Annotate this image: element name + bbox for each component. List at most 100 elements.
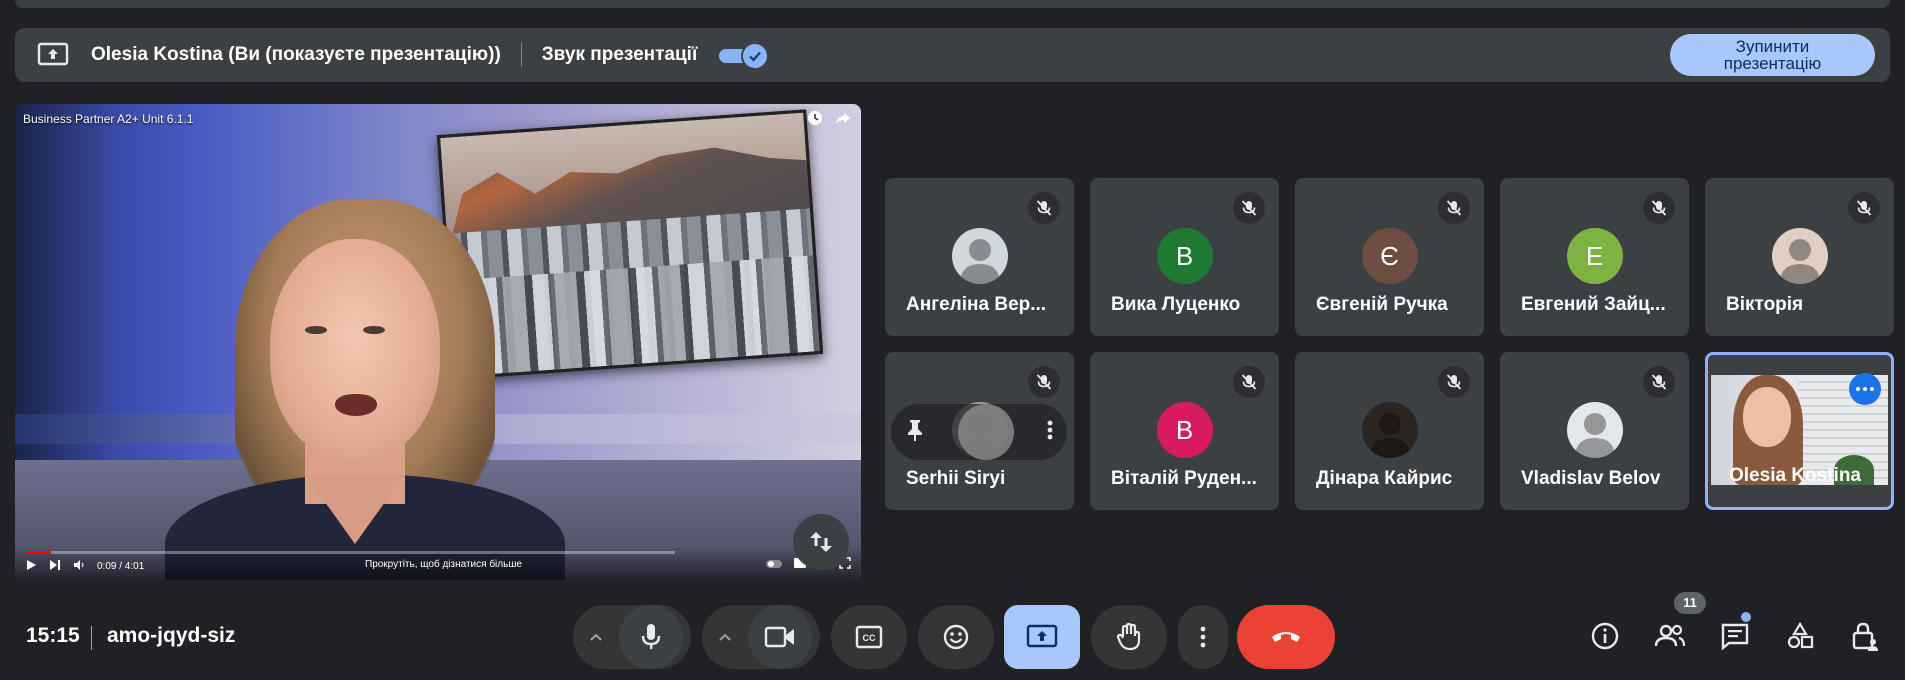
participant-tile[interactable]: Olesia Kostina <box>1705 352 1894 510</box>
hang-up-phone-icon <box>1272 632 1300 642</box>
participant-more-options-button[interactable] <box>1849 373 1881 405</box>
chat-icon <box>1721 623 1749 650</box>
divider <box>520 43 522 67</box>
microphone-control-group <box>573 605 691 669</box>
participants-count-badge: 11 <box>1674 592 1706 614</box>
chat-button[interactable] <box>1715 616 1755 656</box>
reactions-button[interactable] <box>918 605 994 669</box>
pin-icon[interactable] <box>905 418 925 447</box>
stop-presenting-label-line1: Зупинити <box>1735 37 1810 56</box>
chat-unread-dot <box>1741 612 1751 622</box>
mic-off-icon <box>1028 366 1060 398</box>
participant-name: Віталій Руден... <box>1111 468 1257 489</box>
participant-name: Serhii Siryi <box>906 468 1006 489</box>
mic-off-icon <box>1028 192 1060 224</box>
camera-control-group <box>702 605 820 669</box>
participant-name: Vladislav Belov <box>1521 468 1661 489</box>
participant-tile[interactable]: Є Євгеній Ручка <box>1295 178 1484 336</box>
avatar-initial: Е <box>1585 240 1604 271</box>
participant-tile[interactable]: Дінара Кайрис <box>1295 352 1484 510</box>
clock-icon[interactable] <box>807 110 823 131</box>
participant-avatar: В <box>1156 228 1213 284</box>
camera-button[interactable] <box>748 605 812 669</box>
video-progress-bar[interactable] <box>25 551 675 554</box>
participant-avatar: В <box>1156 402 1213 458</box>
present-screen-icon <box>1026 624 1058 648</box>
lock-person-icon <box>1852 622 1878 651</box>
video-camera-icon <box>764 626 794 648</box>
more-options-button[interactable] <box>1178 605 1228 669</box>
autoplay-toggle-icon[interactable] <box>765 556 783 574</box>
raise-hand-icon <box>1116 622 1141 651</box>
captions-button[interactable]: CC <box>831 605 907 669</box>
participant-avatar-hover <box>958 404 1014 460</box>
mic-off-icon <box>1233 192 1265 224</box>
meeting-code[interactable]: amo-jqyd-siz <box>107 624 235 648</box>
participant-tile[interactable]: В Вика Луценко <box>1090 178 1279 336</box>
swap-layout-button[interactable] <box>793 514 849 570</box>
mic-off-icon <box>1233 366 1265 398</box>
mic-off-icon <box>1643 192 1675 224</box>
participant-name: Дінара Кайрис <box>1316 468 1453 489</box>
avatar-initial: Є <box>1380 240 1399 271</box>
present-now-button[interactable] <box>1004 605 1080 669</box>
participant-avatar <box>1566 402 1623 458</box>
stop-presenting-label-line2: презентацію <box>1723 54 1822 73</box>
participant-avatar <box>1361 402 1418 458</box>
tile-hover-actions <box>891 404 1067 460</box>
emoji-smile-icon <box>943 624 969 650</box>
meeting-info-button[interactable] <box>1585 616 1625 656</box>
chevron-up-icon <box>590 633 602 641</box>
participant-tile[interactable]: Ангеліна Вер... <box>885 178 1074 336</box>
presentation-stage[interactable]: Business Partner A2+ Unit 6.1.1 0:09 / 4… <box>15 104 861 580</box>
presenter-label: Olesia Kostina (Ви (показуєте презентаці… <box>91 44 501 65</box>
check-icon <box>741 42 770 70</box>
participant-tile[interactable]: Вікторія <box>1705 178 1894 336</box>
host-controls-button[interactable] <box>1845 616 1885 656</box>
leave-call-button[interactable] <box>1237 605 1335 669</box>
video-options-button[interactable] <box>702 605 748 669</box>
more-vert-icon[interactable] <box>1047 419 1053 446</box>
svg-text:CC: CC <box>863 633 876 643</box>
present-screen-icon <box>37 42 69 68</box>
activities-button[interactable] <box>1780 616 1820 656</box>
participant-avatar: Є <box>1361 228 1418 284</box>
people-button[interactable] <box>1650 616 1690 656</box>
participant-tile[interactable]: Vladislav Belov <box>1500 352 1689 510</box>
presentation-audio-label: Звук презентації <box>541 44 698 65</box>
participant-name: Olesia Kostina <box>1729 465 1861 486</box>
mic-off-icon <box>1438 192 1470 224</box>
stop-presenting-button[interactable]: Зупинити презентацію <box>1670 34 1875 76</box>
shapes-icon <box>1787 621 1814 649</box>
next-icon[interactable] <box>49 559 61 574</box>
participant-tile[interactable]: Е Евгений Зайц... <box>1500 178 1689 336</box>
volume-icon[interactable] <box>73 559 85 574</box>
video-title: Business Partner A2+ Unit 6.1.1 <box>23 112 194 126</box>
participant-avatar: Е <box>1566 228 1623 284</box>
avatar-initial: В <box>1175 240 1194 271</box>
more-vert-icon <box>1200 626 1206 648</box>
chevron-up-icon <box>719 633 731 641</box>
bottom-toolbar: 15:15 amo-jqyd-siz CC <box>0 600 1905 674</box>
mic-off-icon <box>1643 366 1675 398</box>
people-icon <box>1654 624 1686 647</box>
scroll-hint[interactable]: Прокрутіть, щоб дізнатися більше <box>365 559 522 570</box>
participant-name: Євгеній Ручка <box>1316 294 1448 315</box>
top-bar-remnant <box>15 0 1890 8</box>
participant-name: Вікторія <box>1726 294 1804 315</box>
microphone-button[interactable] <box>619 605 683 669</box>
raise-hand-button[interactable] <box>1091 605 1167 669</box>
share-icon[interactable] <box>835 110 851 131</box>
participant-tile[interactable]: Serhii Siryi <box>885 352 1074 510</box>
swap-vertical-icon <box>810 532 832 552</box>
participant-avatar <box>951 228 1008 284</box>
closed-captions-icon: CC <box>855 625 883 649</box>
participant-name: Вика Луценко <box>1111 294 1241 315</box>
presentation-audio-toggle[interactable] <box>719 41 770 70</box>
info-icon <box>1591 622 1619 650</box>
participant-tile[interactable]: В Віталій Руден... <box>1090 352 1279 510</box>
play-icon[interactable] <box>25 559 37 574</box>
video-time: 0:09 / 4:01 <box>97 561 145 572</box>
audio-options-button[interactable] <box>573 605 619 669</box>
mic-off-icon <box>1438 366 1470 398</box>
